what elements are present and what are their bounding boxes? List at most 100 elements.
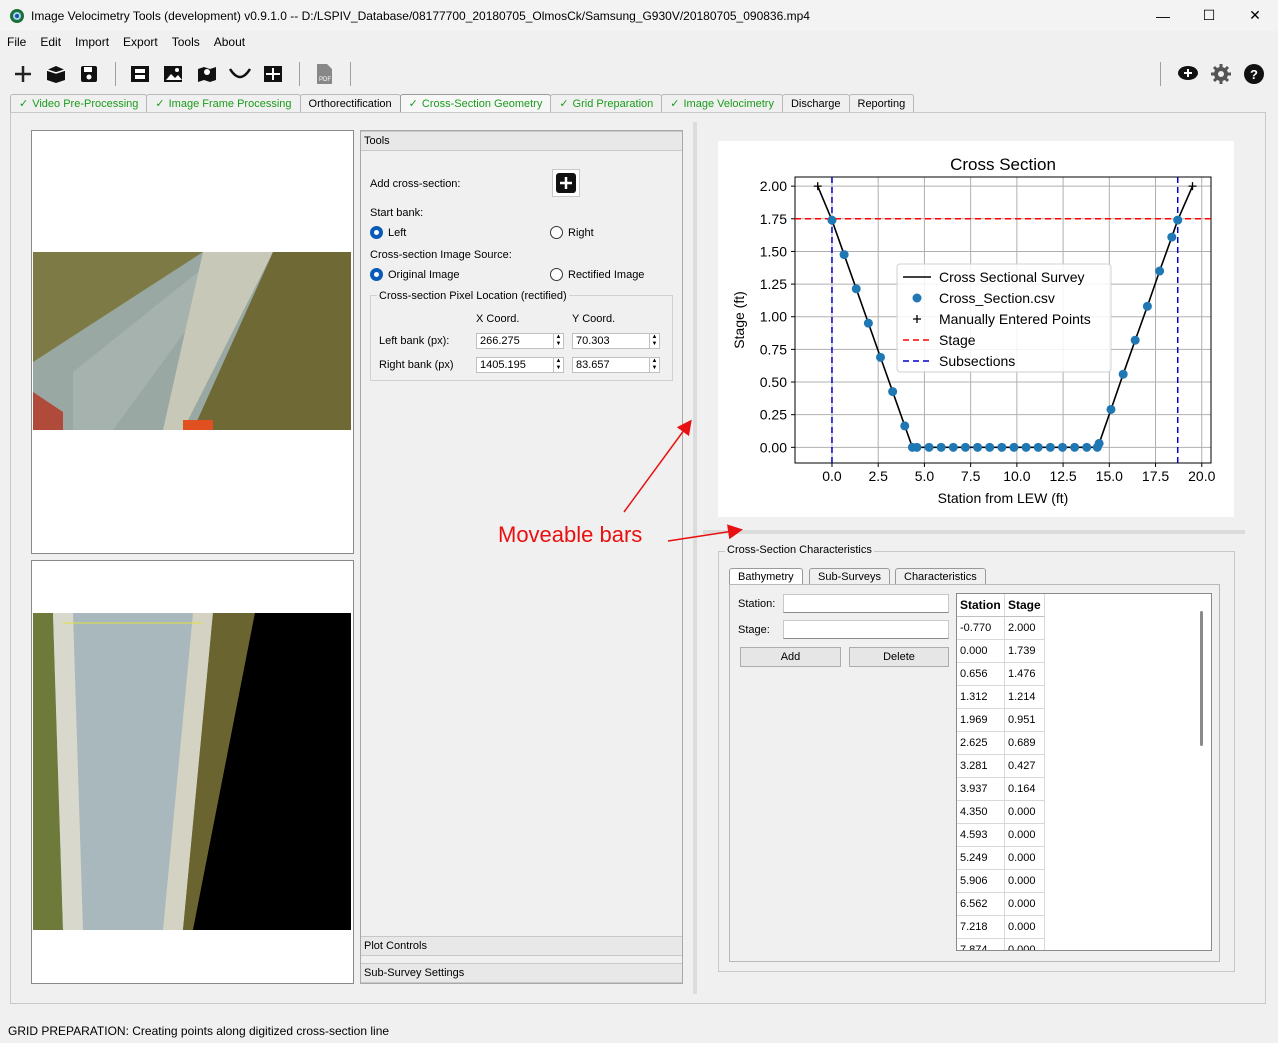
- spin-arrows-icon[interactable]: ▲ ▼: [649, 334, 659, 348]
- table-cell-stage[interactable]: 1.476: [1005, 663, 1045, 686]
- table-cell-station[interactable]: 3.937: [957, 778, 1005, 801]
- save-icon[interactable]: [75, 60, 103, 88]
- spin-arrows-icon[interactable]: ▲ ▼: [553, 334, 563, 348]
- add-cross-section-button[interactable]: [552, 169, 580, 197]
- open-box-icon[interactable]: [42, 60, 70, 88]
- table-cell-stage[interactable]: 0.000: [1005, 916, 1045, 939]
- table-cell-stage[interactable]: 1.214: [1005, 686, 1045, 709]
- table-cell-station[interactable]: 7.874: [957, 939, 1005, 950]
- tab-reporting[interactable]: Reporting: [848, 94, 915, 112]
- sub-survey-settings-header[interactable]: Sub-Survey Settings: [361, 963, 682, 983]
- tab-orthorectification[interactable]: Orthorectification: [299, 94, 401, 112]
- help-icon[interactable]: ?: [1240, 60, 1268, 88]
- table-cell-stage[interactable]: 0.000: [1005, 801, 1045, 824]
- table-cell-station[interactable]: 5.906: [957, 870, 1005, 893]
- table-cell-station[interactable]: 4.593: [957, 824, 1005, 847]
- horizontal-splitter[interactable]: [703, 530, 1245, 534]
- tab-video-pre-processing[interactable]: ✓ Video Pre-Processing: [10, 94, 148, 112]
- plot-controls-header[interactable]: Plot Controls: [361, 936, 682, 956]
- table-cell-station[interactable]: 6.562: [957, 893, 1005, 916]
- table-cell-stage[interactable]: 0.689: [1005, 732, 1045, 755]
- legend-swatch-circle: [912, 293, 922, 303]
- bathymetry-table[interactable]: Station -0.770 0.000 0.656 1.312 1.969 2.625 3…: [956, 593, 1212, 951]
- station-column-header[interactable]: Station: [957, 594, 1005, 617]
- close-button[interactable]: ✕: [1232, 0, 1278, 31]
- grid-icon[interactable]: [259, 60, 287, 88]
- right-bank-y-input[interactable]: 83.657 ▲ ▼: [572, 357, 660, 373]
- menu-about[interactable]: About: [207, 35, 252, 49]
- menu-edit[interactable]: Edit: [33, 35, 68, 49]
- table-cell-stage[interactable]: 0.000: [1005, 847, 1045, 870]
- csv-point: [1009, 442, 1019, 452]
- minimize-button[interactable]: —: [1140, 0, 1186, 31]
- plus-icon[interactable]: [9, 60, 37, 88]
- stage-column-header[interactable]: Stage: [1005, 594, 1045, 617]
- table-cell-stage[interactable]: 0.000: [1005, 939, 1045, 950]
- add-cross-section-label: Add cross-section:: [370, 178, 461, 190]
- original-image-radio[interactable]: [370, 268, 383, 281]
- table-cell-stage[interactable]: 1.739: [1005, 640, 1045, 663]
- spin-arrows-icon[interactable]: ▲ ▼: [553, 358, 563, 372]
- cross-section-plot[interactable]: 0.0 2.5 5.0 7.5 10.0 12.5 15.0 17.5 20.0 0.00 0.25…: [718, 141, 1234, 517]
- gear-icon[interactable]: [1207, 60, 1235, 88]
- image-icon[interactable]: [159, 60, 187, 88]
- menu-export[interactable]: Export: [116, 35, 165, 49]
- delete-button[interactable]: Delete: [849, 647, 949, 667]
- table-cell-station[interactable]: 0.656: [957, 663, 1005, 686]
- rectified-image-panel[interactable]: [31, 560, 354, 984]
- table-cell-station[interactable]: 7.218: [957, 916, 1005, 939]
- table-cell-station[interactable]: 0.000: [957, 640, 1005, 663]
- table-cell-stage[interactable]: 0.951: [1005, 709, 1045, 732]
- menu-tools[interactable]: Tools: [165, 35, 207, 49]
- add-button[interactable]: Add: [740, 647, 841, 667]
- table-cell-station[interactable]: 5.249: [957, 847, 1005, 870]
- menu-import[interactable]: Import: [68, 35, 116, 49]
- maximize-button[interactable]: ☐: [1186, 0, 1232, 31]
- tab-image-velocimetry[interactable]: ✓ Image Velocimetry: [661, 94, 783, 112]
- tab-grid-preparation[interactable]: ✓ Grid Preparation: [550, 94, 663, 112]
- start-bank-right-radio[interactable]: [550, 226, 563, 239]
- cross-section-icon[interactable]: [226, 60, 254, 88]
- table-cell-stage[interactable]: 0.000: [1005, 824, 1045, 847]
- table-cell-stage[interactable]: 0.427: [1005, 755, 1045, 778]
- table-cell-station[interactable]: 1.312: [957, 686, 1005, 709]
- legend-label: Cross Sectional Survey: [939, 269, 1085, 285]
- table-cell-stage[interactable]: 0.164: [1005, 778, 1045, 801]
- rectified-image-radio[interactable]: [550, 268, 563, 281]
- image-source-label: Cross-section Image Source:: [370, 249, 512, 261]
- subtab-bathymetry[interactable]: Bathymetry: [729, 568, 803, 584]
- map-icon[interactable]: [193, 60, 221, 88]
- subtab-characteristics[interactable]: Characteristics: [895, 568, 986, 584]
- csv-point: [1082, 442, 1092, 452]
- menu-file[interactable]: File: [0, 35, 33, 49]
- tab-discharge[interactable]: Discharge: [781, 94, 850, 112]
- table-cell-stage[interactable]: 0.000: [1005, 893, 1045, 916]
- table-cell-station[interactable]: 1.969: [957, 709, 1005, 732]
- table-cell-station[interactable]: 4.350: [957, 801, 1005, 824]
- table-cell-stage[interactable]: 0.000: [1005, 870, 1045, 893]
- table-scrollbar[interactable]: [1200, 611, 1203, 746]
- stage-input[interactable]: [783, 620, 949, 639]
- left-bank-x-input[interactable]: 266.275 ▲ ▼: [476, 333, 564, 349]
- help-chat-icon[interactable]: [1174, 60, 1202, 88]
- table-cell-station[interactable]: 2.625: [957, 732, 1005, 755]
- y-tick-label: 2.00: [760, 178, 787, 194]
- original-image-panel[interactable]: [31, 130, 354, 554]
- pdf-icon[interactable]: PDF: [310, 60, 338, 88]
- left-bank-y-input[interactable]: 70.303 ▲ ▼: [572, 333, 660, 349]
- vertical-splitter[interactable]: [693, 122, 697, 994]
- station-input[interactable]: [783, 594, 949, 613]
- right-bank-x-input[interactable]: 1405.195 ▲ ▼: [476, 357, 564, 373]
- spin-arrows-icon[interactable]: ▲ ▼: [649, 358, 659, 372]
- tab-cross-section-geometry[interactable]: ✓ Cross-Section Geometry: [399, 94, 552, 112]
- tools-header[interactable]: Tools: [361, 131, 682, 151]
- table-cell-station[interactable]: 3.281: [957, 755, 1005, 778]
- start-bank-left-radio[interactable]: [370, 226, 383, 239]
- tab-image-frame-processing[interactable]: ✓ Image Frame Processing: [146, 94, 301, 112]
- video-icon[interactable]: [126, 60, 154, 88]
- manual-point: [1188, 182, 1197, 191]
- subtab-sub-surveys[interactable]: Sub-Surveys: [809, 568, 890, 584]
- table-cell-stage[interactable]: 2.000: [1005, 617, 1045, 640]
- table-cell-station[interactable]: -0.770: [957, 617, 1005, 640]
- tab-label: Cross-Section Geometry: [421, 97, 543, 110]
